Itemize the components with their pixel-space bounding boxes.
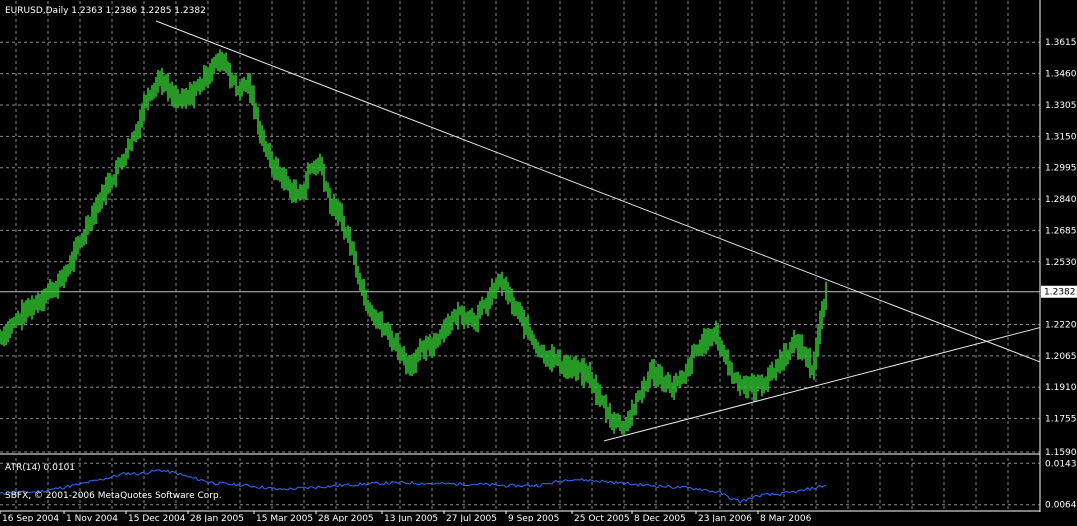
y-tick-label: 1.3150 (1045, 132, 1077, 142)
x-tick-label: 16 Sep 2004 (2, 514, 59, 522)
y-tick-label: 1.1910 (1045, 383, 1077, 393)
y-tick-label: 1.3305 (1045, 101, 1077, 111)
y-tick-label: 1.3460 (1045, 70, 1077, 80)
x-tick-label: 28 Jan 2005 (190, 514, 244, 522)
y-tick-label: 1.2065 (1045, 352, 1077, 362)
atr-label: ATR(14) 0.0101 (5, 463, 75, 473)
y-tick-label: 1.2220 (1045, 321, 1077, 331)
chart-svg[interactable]: 1.3615 1.3460 1.3305 1.3150 1.2995 1.2840 1.26… (0, 0, 1077, 524)
x-tick-label: 23 Jan 2006 (698, 514, 752, 522)
x-tick-label: 8 Dec 2005 (634, 514, 686, 522)
y-tick-label: 1.3615 (1045, 38, 1077, 48)
x-tick-label: 27 Jul 2005 (446, 514, 497, 522)
x-tick-label: 25 Oct 2005 (574, 514, 630, 522)
y-tick-label: 1.2840 (1045, 195, 1077, 205)
x-tick-label: 15 Dec 2004 (128, 514, 186, 522)
copyright-text: SBFX, © 2001-2006 MetaQuotes Software Co… (5, 491, 222, 501)
x-tick-label: 13 Jun 2005 (384, 514, 438, 522)
y-tick-label: 1.1590 (1045, 448, 1077, 458)
x-tick-label: 1 Nov 2004 (66, 514, 118, 522)
y-tick-label: 1.1755 (1045, 415, 1077, 425)
atr-tick-label: 0.0064 (1045, 501, 1077, 511)
eurusd-chart-window[interactable]: 1.3615 1.3460 1.3305 1.3150 1.2995 1.2840 1.26… (0, 0, 1077, 524)
y-tick-label: 1.2530 (1045, 258, 1077, 268)
x-tick-label: 15 Mar 2005 (256, 514, 313, 522)
y-tick-label: 1.2995 (1045, 164, 1077, 174)
x-tick-label: 9 Sep 2005 (508, 514, 559, 522)
atr-tick-label: 0.0143 (1045, 459, 1077, 469)
current-price-label: 1.2382 (1044, 288, 1076, 298)
x-tick-label: 8 Mar 2006 (760, 514, 812, 522)
x-tick-label: 28 Apr 2005 (318, 514, 374, 522)
y-tick-label: 1.2685 (1045, 226, 1077, 236)
chart-header: EURUSD,Daily 1.2363 1.2386 1.2285 1.2382 (5, 6, 206, 16)
